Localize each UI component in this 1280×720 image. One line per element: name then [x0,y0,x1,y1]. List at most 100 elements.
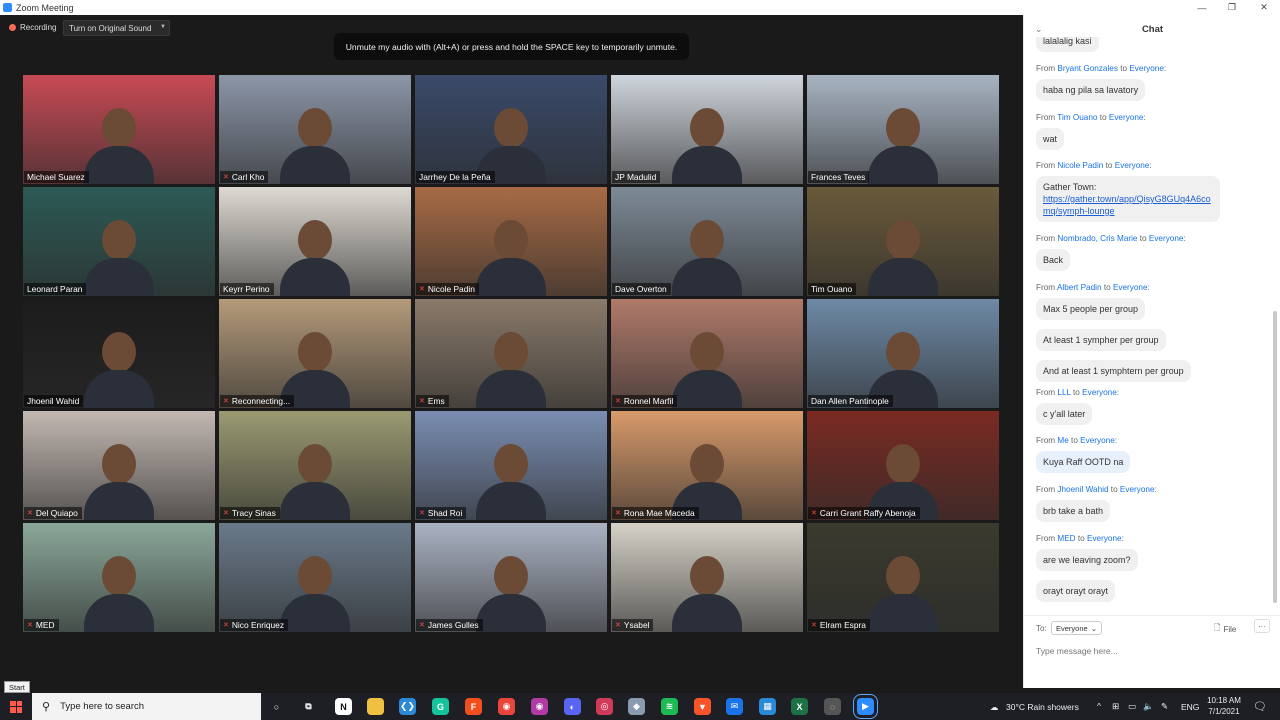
taskbar-app-icon[interactable]: ◎ [596,698,613,715]
start-button[interactable] [0,693,32,720]
participant-tile[interactable]: ✕ Del Quiapo [23,411,215,520]
participant-silhouette [476,438,546,520]
chat-scrollbar[interactable] [1273,311,1277,603]
taskbar-app2-icon[interactable]: ◆ [628,698,645,715]
chat-bubble: c y'all later [1036,403,1093,425]
taskbar-search[interactable]: ⚲ Type here to search [32,693,261,720]
windows-logo-icon [10,700,22,713]
chat-sender[interactable]: Albert Padin [1057,283,1102,292]
participant-tile[interactable]: ✕ Tracy Sinas [219,411,411,520]
notification-icon[interactable]: 🗨 [1253,700,1267,713]
chat-sender-line: From MED to Everyone: [1036,534,1124,543]
minimize-button[interactable]: — [1185,0,1219,15]
chat-sender[interactable]: Jhoenil Wahid [1057,485,1108,494]
taskbar-cortana-icon[interactable]: ○ [268,698,285,715]
participant-tile[interactable]: ✕ Ems [415,299,607,408]
recording-dot-icon [9,24,16,31]
message-input[interactable] [1036,643,1266,659]
participant-name-tag: ✕ Del Quiapo [24,507,82,519]
mic-muted-icon: ✕ [615,510,621,517]
taskbar-zoom-icon[interactable]: ▶ [853,694,878,719]
network-icon[interactable]: ⊞ [1112,701,1119,712]
participant-tile[interactable]: ✕ Elram Espra [807,523,999,632]
taskbar: ⚲ Type here to search ○ ⧉ N ❮❯ G F ◉ ◉ ◐ ◎ ◆ ≋ ▼ ✉ ▦ X ◌… [0,693,1280,720]
taskbar-spotify-icon[interactable]: ≋ [661,698,678,715]
taskbar-calendar-icon[interactable]: ▦ [759,698,776,715]
participant-tile[interactable]: Jarrhey De la Peña [415,75,607,184]
taskbar-grammarly-icon[interactable]: G [432,698,449,715]
taskbar-chrome-icon[interactable]: ◉ [498,698,515,715]
participant-tile[interactable]: ✕ Reconnecting... [219,299,411,408]
taskbar-notion-icon[interactable]: N [335,698,352,715]
participant-silhouette [84,214,154,296]
chat-sender[interactable]: Me [1057,436,1068,445]
taskbar-discord-icon[interactable]: ◐ [564,698,581,715]
chat-recipient: Everyone [1129,64,1164,73]
participant-tile[interactable]: ✕ Nicole Padin [415,187,607,296]
close-button[interactable]: ✕ [1247,0,1280,15]
participant-tile[interactable]: Jhoenil Wahid [23,299,215,408]
taskbar-vscode-icon[interactable]: ❮❯ [399,698,416,715]
participant-tile[interactable]: Keyrr Perino [219,187,411,296]
participant-tile[interactable]: ✕ Ronnel Marfil [611,299,803,408]
chat-sender[interactable]: LLL [1057,388,1070,397]
taskbar-file-explorer-icon[interactable] [367,698,384,715]
participant-tile[interactable]: ✕ Rona Mae Maceda [611,411,803,520]
participant-name: Elram Espra [819,620,866,630]
participant-tile[interactable]: Frances Teves [807,75,999,184]
taskbar-figma-icon[interactable]: F [465,698,482,715]
participant-tile[interactable]: Leonard Paran [23,187,215,296]
participant-tile[interactable]: ✕ Shad Roi [415,411,607,520]
participant-tile[interactable]: JP Madulid [611,75,803,184]
chevron-up-icon[interactable]: ^ [1097,701,1101,711]
weather-text[interactable]: 30°C Rain showers [1006,702,1079,712]
mic-muted-icon: ✕ [419,286,425,293]
participant-tile[interactable]: Dan Allen Pantinople [807,299,999,408]
participant-name: Dave Overton [615,284,667,294]
participant-name-tag: ✕ Shad Roi [416,507,467,519]
recording-indicator[interactable]: Recording [9,23,56,32]
recipient-select[interactable]: Everyone ⌄ [1051,621,1102,635]
taskbar-excel-icon[interactable]: X [791,698,808,715]
original-sound-button[interactable]: Turn on Original Sound ▼ [63,20,170,36]
chat-message-partial: lalalalig kasi [1036,37,1099,59]
mic-muted-icon: ✕ [615,622,621,629]
chat-message: From Nicole Padin to Everyone: Gather Tow… [1036,161,1220,222]
file-button[interactable]: 🗋 File [1214,622,1236,636]
chat-sender[interactable]: Nicole Padin [1057,161,1103,170]
battery-icon[interactable]: ▭ [1128,701,1136,712]
weather-icon[interactable]: ☁ [990,702,999,713]
participant-tile[interactable]: Michael Suarez [23,75,215,184]
chat-sender[interactable]: Tim Ouano [1057,113,1097,122]
participant-tile[interactable]: Dave Overton [611,187,803,296]
participant-tile[interactable]: ✕ James Gulles [415,523,607,632]
chat-sender[interactable]: MED [1057,534,1075,543]
chat-sender[interactable]: Nombrado, Cris Marie [1057,234,1137,243]
chat-link[interactable]: https://gather.town/app/QisyG8GUq4A6comq… [1043,193,1213,217]
participant-tile[interactable]: ✕ MED [23,523,215,632]
participant-tile[interactable]: ✕ Carl Kho [219,75,411,184]
participant-silhouette [868,102,938,184]
chat-messages[interactable]: lalalalig kasi From Bryant Gonzales to Ev… [1024,37,1270,609]
chat-bubble: lalalalig kasi [1036,37,1099,52]
chevron-down-icon[interactable]: ▼ [160,24,166,30]
participant-tile[interactable]: Tim Ouano [807,187,999,296]
taskbar-mail-icon[interactable]: ✉ [726,698,743,715]
chat-bubble: wat [1036,128,1065,150]
participant-name-tag: ✕ Rona Mae Maceda [612,507,699,519]
pen-icon[interactable]: ✎ [1161,701,1168,712]
taskbar-app3-icon[interactable]: ◌ [824,698,841,715]
participant-tile[interactable]: ✕ Nico Enriquez [219,523,411,632]
taskbar-clock[interactable]: 10:18 AM 7/1/2021 [1194,695,1254,717]
participant-silhouette [84,438,154,520]
chat-message: From Tim Ouano to Everyone: wat [1036,113,1146,150]
more-options-button[interactable]: ··· [1254,619,1270,633]
volume-icon[interactable]: 🔈 [1143,701,1154,712]
chat-sender[interactable]: Bryant Gonzales [1057,64,1118,73]
participant-tile[interactable]: ✕ Ysabel [611,523,803,632]
restore-button[interactable]: ❐ [1215,0,1249,15]
taskbar-task-view-icon[interactable]: ⧉ [300,698,317,715]
taskbar-chrome-profile-icon[interactable]: ◉ [531,698,548,715]
participant-tile[interactable]: ✕ Carri Grant Raffy Abenoja [807,411,999,520]
taskbar-brave-icon[interactable]: ▼ [694,698,711,715]
